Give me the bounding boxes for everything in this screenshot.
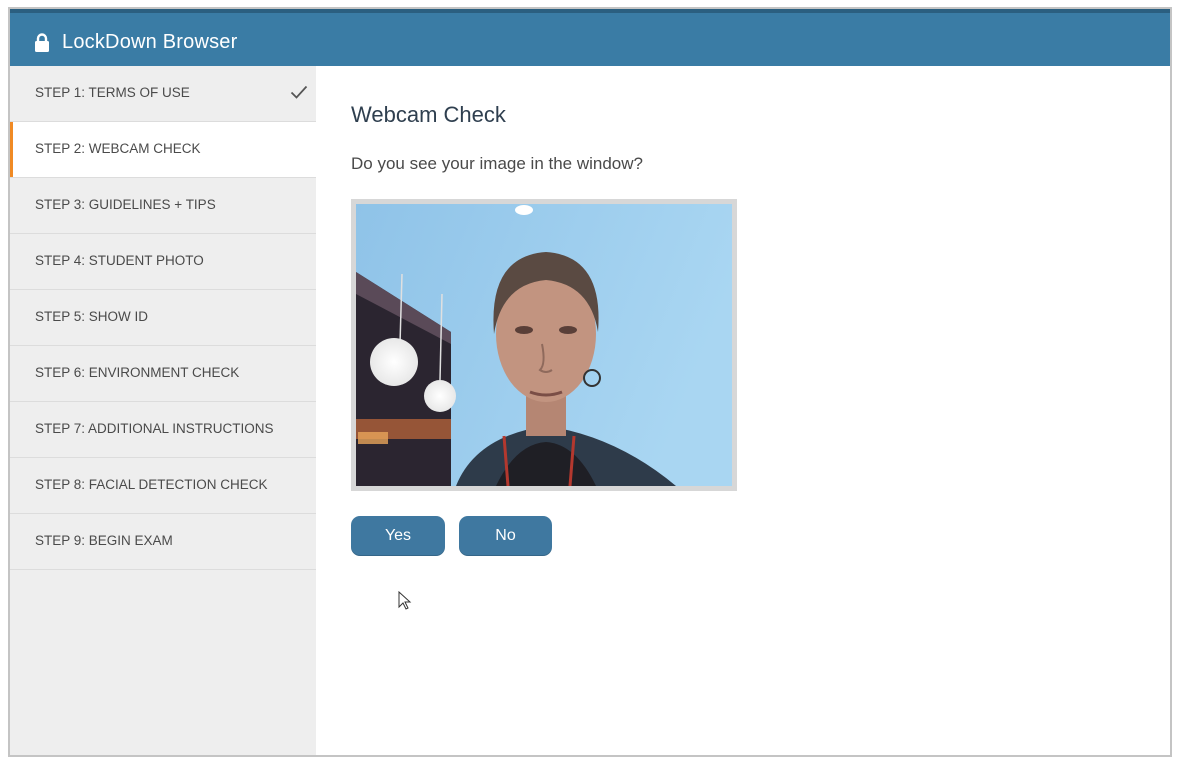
sidebar-item-label: STEP 6: ENVIRONMENT CHECK: [35, 365, 240, 380]
lockdown-browser-window: LockDown Browser STEP 1: TERMS OF USE ST…: [8, 7, 1172, 757]
sidebar-item-student-photo[interactable]: STEP 4: STUDENT PHOTO: [10, 234, 316, 290]
sidebar-item-label: STEP 4: STUDENT PHOTO: [35, 253, 204, 268]
sidebar-item-label: STEP 7: ADDITIONAL INSTRUCTIONS: [35, 421, 274, 436]
lock-icon: [35, 33, 49, 52]
sidebar-item-guidelines-tips[interactable]: STEP 3: GUIDELINES + TIPS: [10, 178, 316, 234]
mouse-pointer-icon: [398, 591, 412, 610]
sidebar-item-show-id[interactable]: STEP 5: SHOW ID: [10, 290, 316, 346]
webcam-preview: [351, 199, 737, 491]
sidebar-item-additional-instructions[interactable]: STEP 7: ADDITIONAL INSTRUCTIONS: [10, 402, 316, 458]
sidebar-item-label: STEP 3: GUIDELINES + TIPS: [35, 197, 216, 212]
sidebar-item-label: STEP 1: TERMS OF USE: [35, 85, 190, 100]
sidebar-item-label: STEP 9: BEGIN EXAM: [35, 533, 173, 548]
sidebar-item-environment-check[interactable]: STEP 6: ENVIRONMENT CHECK: [10, 346, 316, 402]
steps-sidebar: STEP 1: TERMS OF USE STEP 2: WEBCAM CHEC…: [10, 66, 316, 755]
no-button[interactable]: No: [459, 516, 552, 556]
webcam-question: Do you see your image in the window?: [351, 154, 643, 173]
sidebar-item-terms-of-use[interactable]: STEP 1: TERMS OF USE: [10, 66, 316, 122]
sidebar-item-label: STEP 2: WEBCAM CHECK: [35, 141, 201, 156]
title-bar: LockDown Browser: [10, 9, 1170, 66]
sidebar-item-facial-detection-check[interactable]: STEP 8: FACIAL DETECTION CHECK: [10, 458, 316, 514]
app-title: LockDown Browser: [62, 31, 238, 53]
webcam-feed-image: [356, 204, 732, 486]
checkmark-icon: [290, 85, 308, 99]
sidebar-item-webcam-check[interactable]: STEP 2: WEBCAM CHECK: [10, 122, 316, 178]
main-content: Webcam Check Do you see your image in th…: [316, 66, 1170, 755]
sidebar-item-label: STEP 5: SHOW ID: [35, 309, 149, 324]
sidebar-item-label: STEP 8: FACIAL DETECTION CHECK: [35, 477, 268, 492]
yes-button[interactable]: Yes: [351, 516, 445, 556]
page-title: Webcam Check: [351, 102, 506, 127]
sidebar-item-begin-exam[interactable]: STEP 9: BEGIN EXAM: [10, 514, 316, 570]
